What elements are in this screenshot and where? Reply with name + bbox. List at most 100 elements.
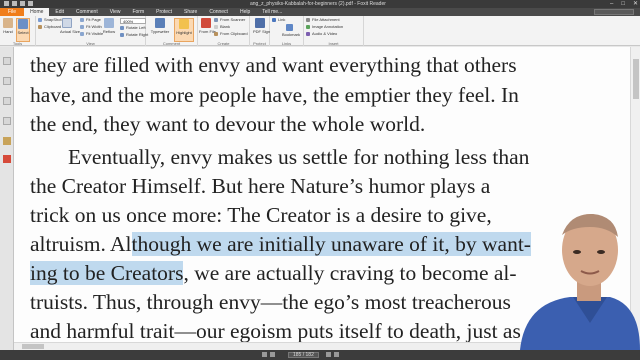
navigation-panel <box>0 47 14 350</box>
next-page-icon[interactable] <box>326 352 331 357</box>
pages-panel-icon[interactable] <box>3 77 11 85</box>
save-icon[interactable] <box>12 1 17 6</box>
group-label: Protect <box>253 41 266 46</box>
last-page-icon[interactable] <box>334 352 339 357</box>
bookmarks-panel-icon[interactable] <box>3 57 11 65</box>
typewriter-button[interactable]: Typewriter <box>150 18 170 34</box>
highlight-button[interactable]: Highlight <box>174 18 194 42</box>
status-bar: 185 / 182 <box>0 350 640 360</box>
rotate-left-button[interactable]: Rotate Left <box>120 25 146 31</box>
scroll-thumb[interactable] <box>633 59 639 99</box>
highlighter-icon <box>179 19 189 29</box>
zoom-select[interactable]: 400% <box>120 18 146 24</box>
from-scanner-button[interactable]: From Scanner <box>214 17 245 23</box>
ribbon-group-insert: File Attachment Image Annotation Audio &… <box>304 16 364 46</box>
cursor-icon <box>18 19 28 29</box>
fit-width-button[interactable]: Fit Width <box>80 24 102 30</box>
ribbon-group-tools: Hand Select Tools <box>0 16 36 46</box>
fit-visible-icon <box>80 32 84 36</box>
open-icon[interactable] <box>4 1 9 6</box>
clipboard-button[interactable]: Clipboard <box>38 24 61 30</box>
group-label: Insert <box>328 41 339 46</box>
media-icon <box>306 32 310 36</box>
attachments-panel-icon[interactable] <box>3 137 11 145</box>
comments-panel-icon[interactable] <box>3 97 11 105</box>
scanner-icon <box>214 18 218 22</box>
group-label: Links <box>281 41 292 46</box>
ribbon-group-links: Link Bookmark Links <box>270 16 304 46</box>
fit-page-button[interactable]: Fit Page <box>80 17 101 23</box>
maximize-icon[interactable]: □ <box>621 0 625 8</box>
blank-button[interactable]: Blank <box>214 24 230 30</box>
clipboard-icon <box>38 25 42 29</box>
tab-edit[interactable]: Edit <box>49 8 70 16</box>
hand-tool-button[interactable]: Hand <box>1 18 15 34</box>
tell-me-search[interactable]: Tell me... <box>256 8 288 16</box>
camera-icon <box>38 18 42 22</box>
file-attachment-button[interactable]: File Attachment <box>306 17 340 23</box>
hand-icon <box>3 18 13 28</box>
text-line: trick on us once more: The Creator is a … <box>30 203 492 227</box>
scroll-thumb[interactable] <box>22 344 44 349</box>
actual-size-button[interactable]: Actual Size <box>60 18 80 34</box>
find-input[interactable] <box>594 9 634 15</box>
bookmark-icon <box>285 24 293 31</box>
rotate-right-button[interactable]: Rotate Right <box>120 32 148 38</box>
window-controls: – □ ✕ <box>610 0 638 8</box>
tab-share[interactable]: Share <box>178 8 203 16</box>
tab-protect[interactable]: Protect <box>150 8 178 16</box>
signatures-panel-icon[interactable] <box>3 155 11 163</box>
ribbon-toolbar: Hand Select Tools SnapShot Clipboard Act… <box>0 16 640 46</box>
text-line: have, and the more people have, the empt… <box>30 83 519 107</box>
select-tool-button[interactable]: Select <box>16 18 30 42</box>
close-icon[interactable]: ✕ <box>633 0 638 8</box>
fit-width-icon <box>80 25 84 29</box>
undo-icon[interactable] <box>28 1 33 6</box>
pdf-sign-button[interactable]: PDF Sign <box>253 18 270 34</box>
print-icon[interactable] <box>20 1 25 6</box>
text-line: Eventually, envy makes us settle for not… <box>68 145 530 169</box>
previous-page-icon[interactable] <box>270 352 275 357</box>
from-clipboard-button[interactable]: From Clipboard <box>214 31 248 37</box>
layers-panel-icon[interactable] <box>3 117 11 125</box>
ribbon-group-protect: PDF Sign Protect <box>250 16 270 46</box>
page-number-input[interactable]: 185 / 182 <box>288 352 319 358</box>
text-line: truists. Thus, through envy—the ego’s mo… <box>30 290 511 314</box>
snapshot-button[interactable]: SnapShot <box>38 17 62 23</box>
paperclip-icon <box>306 18 310 22</box>
image-annotation-button[interactable]: Image Annotation <box>306 24 343 30</box>
fit-visible-button[interactable]: Fit Visible <box>80 31 103 37</box>
text-line: they are filled with envy and want every… <box>30 53 517 77</box>
tab-view[interactable]: View <box>104 8 127 16</box>
menu-tabs: File Home Edit Comment View Form Protect… <box>0 8 640 16</box>
tab-file[interactable]: File <box>0 8 25 16</box>
link-icon <box>272 18 276 22</box>
ribbon-group-view: SnapShot Clipboard Actual Size Fit Page … <box>36 16 148 46</box>
ribbon-group-create: From File From Scanner Blank From Clipbo… <box>198 16 250 46</box>
typewriter-icon <box>155 18 165 28</box>
text-highlight[interactable]: though we are initially unaware of it, b… <box>131 232 531 256</box>
fit-page-icon <box>80 18 84 22</box>
reflow-icon <box>104 18 114 28</box>
group-label: View <box>86 41 95 46</box>
first-page-icon[interactable] <box>262 352 267 357</box>
tab-home[interactable]: Home <box>24 8 50 16</box>
presenter-image <box>520 213 640 350</box>
tab-connect[interactable]: Connect <box>203 8 234 16</box>
group-label: Create <box>217 41 230 46</box>
reflow-button[interactable]: Reflow <box>102 18 116 34</box>
audio-video-button[interactable]: Audio & Video <box>306 31 337 37</box>
tab-comment[interactable]: Comment <box>70 8 104 16</box>
text-highlight[interactable]: ing to be Creators <box>30 261 184 285</box>
tab-help[interactable]: Help <box>234 8 256 16</box>
link-button[interactable]: Link <box>272 17 285 23</box>
pen-sign-icon <box>255 18 265 28</box>
minimize-icon[interactable]: – <box>610 0 613 8</box>
text-line: the end, they want to devour the whole w… <box>30 112 426 136</box>
from-file-button[interactable]: From File <box>199 18 216 34</box>
tab-form[interactable]: Form <box>126 8 150 16</box>
quick-access-toolbar <box>4 1 33 6</box>
bookmark-button[interactable]: Bookmark <box>282 24 300 37</box>
group-label: Tools <box>12 41 23 46</box>
presenter-webcam <box>515 205 640 350</box>
